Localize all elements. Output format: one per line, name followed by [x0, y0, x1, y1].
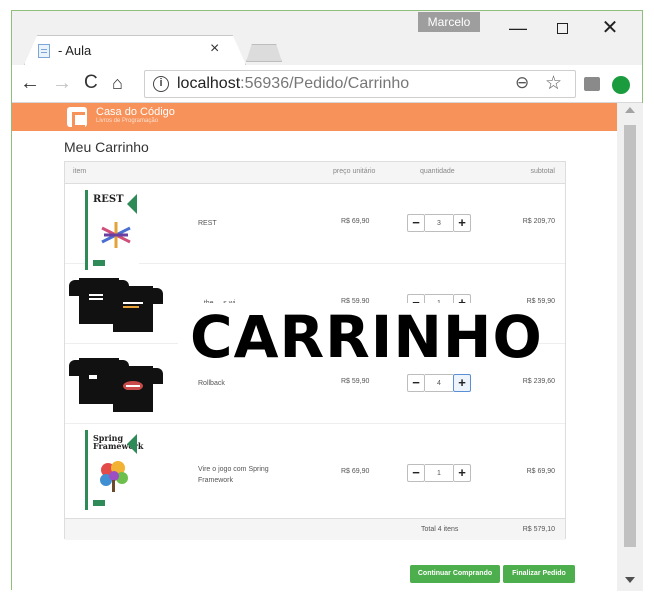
back-icon[interactable]: ←: [20, 71, 40, 95]
cover-art-icon: [100, 461, 128, 492]
table-row: REST REST R$ 69,90 − 3 + R$ 209,70: [65, 184, 565, 270]
quantity-value[interactable]: 4: [425, 374, 453, 392]
book-rest-cover-icon[interactable]: REST: [79, 190, 143, 270]
decrease-quantity-button[interactable]: −: [407, 214, 425, 232]
total-value: R$ 579,10: [522, 526, 555, 533]
quantity-stepper: − 1 +: [407, 464, 473, 482]
cart-table-footer: Total 4 itens R$ 579,10: [65, 518, 565, 540]
casa-do-codigo-logo-icon[interactable]: [67, 107, 87, 128]
item-unit-price: R$ 69,90: [341, 468, 370, 475]
site-info-icon[interactable]: i: [153, 76, 169, 92]
close-window-icon[interactable]: ✕: [590, 17, 630, 43]
vertical-scrollbar[interactable]: [617, 103, 643, 591]
extension-icon[interactable]: [584, 77, 600, 91]
site-header: Casa do Código Livros de Programação: [12, 103, 617, 131]
table-row: Spring Framework Vire o jogo com Spring …: [65, 424, 565, 518]
tab-strip: - Aula × Marcelo — ✕: [12, 11, 642, 65]
cover-chevron-icon: [127, 434, 137, 454]
tab-close-icon[interactable]: ×: [210, 40, 219, 58]
item-name[interactable]: Rollback: [198, 378, 298, 389]
shirt-print-icon: [123, 381, 143, 390]
item-subtotal: R$ 209,70: [522, 218, 555, 225]
update-extension-icon[interactable]: [612, 76, 630, 94]
item-unit-price: R$ 69,90: [341, 218, 370, 225]
shirt-print-icon: [123, 302, 143, 308]
address-bar[interactable]: i localhost:56936/Pedido/Carrinho ⊖ ☆: [144, 70, 576, 98]
header-item: item: [73, 168, 87, 175]
scroll-down-icon[interactable]: [625, 577, 635, 583]
decrease-quantity-button[interactable]: −: [407, 464, 425, 482]
header-unit-price: preço unitário: [333, 168, 376, 175]
cover-art-icon: [101, 222, 131, 248]
total-items-label: Total 4 itens: [421, 526, 459, 533]
item-name[interactable]: Vire o jogo com Spring Framework: [198, 464, 298, 486]
reload-icon[interactable]: C: [84, 71, 98, 95]
browser-tab[interactable]: - Aula ×: [12, 35, 246, 65]
tshirt-back: [103, 286, 163, 332]
quantity-value[interactable]: 3: [425, 214, 453, 232]
brand-name[interactable]: Casa do Código: [96, 106, 175, 118]
scrollbar-thumb[interactable]: [624, 125, 636, 547]
page-title: Meu Carrinho: [64, 139, 149, 155]
item-subtotal: R$ 69,90: [526, 468, 555, 475]
forward-icon[interactable]: →: [52, 71, 72, 95]
item-subtotal: R$ 239,60: [522, 378, 555, 385]
tshirt-icon[interactable]: [69, 350, 163, 430]
quantity-stepper: − 3 +: [407, 214, 473, 232]
item-name[interactable]: REST: [198, 218, 298, 229]
minimize-icon[interactable]: —: [498, 17, 538, 43]
bookmark-star-icon[interactable]: ☆: [545, 72, 562, 95]
url-path: :56936/Pedido/Carrinho: [240, 75, 410, 92]
maximize-icon[interactable]: [542, 17, 582, 43]
brand-tagline: Livros de Programação: [96, 118, 159, 124]
book-cover-title: Spring Framework: [93, 433, 144, 451]
tshirt-icon[interactable]: [69, 270, 163, 350]
quantity-value[interactable]: 1: [425, 464, 453, 482]
cart-table-header: item preço unitário quantidade subtotal: [65, 162, 565, 184]
url-text[interactable]: localhost:56936/Pedido/Carrinho: [177, 75, 409, 93]
increase-quantity-button[interactable]: +: [453, 214, 471, 232]
page-viewport: Casa do Código Livros de Programação Meu…: [12, 103, 617, 591]
decrease-quantity-button[interactable]: −: [407, 374, 425, 392]
browser-toolbar: ← → C ⌂ i localhost:56936/Pedido/Carrinh…: [12, 65, 642, 103]
url-host: localhost: [177, 75, 241, 92]
tshirt-back: [103, 366, 163, 412]
page-favicon-icon: [38, 44, 50, 58]
book-cover-title: REST: [93, 194, 124, 205]
header-subtotal: subtotal: [530, 168, 555, 175]
overlay-title: CARRINHO: [190, 303, 543, 371]
continue-shopping-button[interactable]: Continuar Comprando: [410, 565, 500, 583]
home-icon[interactable]: ⌂: [112, 71, 123, 95]
book-cover: REST: [85, 190, 139, 270]
book-cover: Spring Framework: [85, 430, 144, 510]
cover-chevron-icon: [127, 194, 137, 214]
profile-badge[interactable]: Marcelo: [418, 12, 480, 32]
publisher-mark-icon: [93, 500, 105, 506]
increase-quantity-button[interactable]: +: [453, 374, 471, 392]
tab-title: - Aula: [58, 43, 92, 58]
item-unit-price: R$ 59,90: [341, 378, 370, 385]
zoom-icon[interactable]: ⊖: [515, 73, 529, 93]
scroll-up-icon[interactable]: [625, 107, 635, 113]
finish-order-button[interactable]: Finalizar Pedido: [503, 565, 575, 583]
quantity-stepper: − 4 +: [407, 374, 473, 392]
new-tab-button[interactable]: [246, 44, 282, 62]
book-spring-cover-icon[interactable]: Spring Framework: [79, 430, 143, 510]
header-quantity: quantidade: [420, 168, 455, 175]
browser-window: - Aula × Marcelo — ✕ ← → C ⌂ i localhost…: [11, 10, 643, 591]
increase-quantity-button[interactable]: +: [453, 464, 471, 482]
